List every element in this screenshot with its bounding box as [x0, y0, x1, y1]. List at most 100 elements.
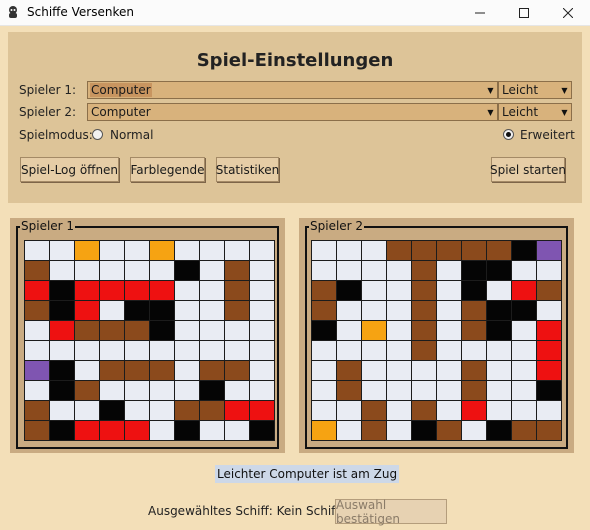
board1-cell-water[interactable] — [175, 321, 199, 340]
board2-cell-water[interactable] — [312, 261, 336, 280]
board2-cell-water[interactable] — [462, 341, 486, 360]
board2-cell-miss[interactable] — [512, 241, 536, 260]
board2-cell-water[interactable] — [487, 401, 511, 420]
board2-cell-miss[interactable] — [312, 321, 336, 340]
board1-cell-water[interactable] — [250, 361, 274, 380]
board1-cell-water[interactable] — [225, 381, 249, 400]
board1-cell-water[interactable] — [175, 301, 199, 320]
board2-cell-miss[interactable] — [462, 281, 486, 300]
board2-cell-water[interactable] — [312, 401, 336, 420]
board1-cell-water[interactable] — [100, 301, 124, 320]
board2-cell-ship[interactable] — [337, 361, 361, 380]
board2-cell-water[interactable] — [362, 281, 386, 300]
board2-cell-water[interactable] — [487, 381, 511, 400]
board2-cell-orange[interactable] — [312, 421, 336, 440]
board2-cell-water[interactable] — [387, 301, 411, 320]
board1-cell-ship[interactable] — [75, 381, 99, 400]
board2-cell-miss[interactable] — [462, 261, 486, 280]
board1-cell-hit[interactable] — [25, 281, 49, 300]
board2-cell-hit[interactable] — [537, 361, 561, 380]
board1-cell-water[interactable] — [250, 301, 274, 320]
board2-cell-water[interactable] — [437, 401, 461, 420]
confirm-selection-button[interactable]: Auswahl bestätigen — [335, 498, 447, 526]
board1-cell-water[interactable] — [175, 341, 199, 360]
board2-cell-water[interactable] — [337, 341, 361, 360]
board2-cell-water[interactable] — [437, 381, 461, 400]
board1-cell-water[interactable] — [250, 381, 274, 400]
board2-cell-ship[interactable] — [412, 261, 436, 280]
board1-cell-water[interactable] — [25, 241, 49, 260]
board2-cell-ship[interactable] — [412, 321, 436, 340]
board2-cell-ship[interactable] — [537, 281, 561, 300]
board1-cell-water[interactable] — [150, 401, 174, 420]
board2-cell-ship[interactable] — [412, 301, 436, 320]
board1-cell-ship[interactable] — [225, 261, 249, 280]
board2-cell-water[interactable] — [362, 301, 386, 320]
board1-cell-water[interactable] — [125, 241, 149, 260]
board2-cell-water[interactable] — [487, 361, 511, 380]
board1-cell-ship[interactable] — [75, 321, 99, 340]
board1-cell-water[interactable] — [250, 321, 274, 340]
statistics-button[interactable]: Statistiken — [216, 157, 279, 182]
board2-cell-miss[interactable] — [537, 381, 561, 400]
board1-cell-ship[interactable] — [200, 401, 224, 420]
board1-cell-miss[interactable] — [175, 261, 199, 280]
board1-cell-water[interactable] — [150, 421, 174, 440]
board1-cell-miss[interactable] — [50, 421, 74, 440]
board2-cell-water[interactable] — [512, 341, 536, 360]
board2-cell-water[interactable] — [437, 361, 461, 380]
board1-cell-water[interactable] — [25, 321, 49, 340]
board2-cell-ship[interactable] — [437, 421, 461, 440]
board1-cell-orange[interactable] — [75, 241, 99, 260]
board2-cell-water[interactable] — [387, 281, 411, 300]
board2-cell-water[interactable] — [362, 361, 386, 380]
board2-cell-ship[interactable] — [512, 421, 536, 440]
board1-cell-water[interactable] — [225, 241, 249, 260]
color-legend-button[interactable]: Farblegende — [130, 157, 205, 182]
board1-cell-water[interactable] — [200, 241, 224, 260]
board2-cell-water[interactable] — [337, 261, 361, 280]
board1-cell-water[interactable] — [125, 381, 149, 400]
board1-cell-water[interactable] — [100, 241, 124, 260]
board1-cell-water[interactable] — [225, 321, 249, 340]
board2-cell-water[interactable] — [362, 261, 386, 280]
board1-cell-ship[interactable] — [125, 361, 149, 380]
board2-cell-miss[interactable] — [487, 321, 511, 340]
board1-cell-hit[interactable] — [250, 401, 274, 420]
board1-cell-water[interactable] — [175, 241, 199, 260]
board1-cell-water[interactable] — [200, 301, 224, 320]
board1-cell-water[interactable] — [75, 261, 99, 280]
board1-cell-orange[interactable] — [150, 241, 174, 260]
board2-cell-ship[interactable] — [462, 321, 486, 340]
board1-cell-miss[interactable] — [150, 301, 174, 320]
board2-cell-ship[interactable] — [462, 361, 486, 380]
board2-cell-water[interactable] — [437, 321, 461, 340]
board1-cell-water[interactable] — [100, 381, 124, 400]
board1-cell-water[interactable] — [75, 361, 99, 380]
board2-cell-water[interactable] — [537, 301, 561, 320]
board1-cell-ship[interactable] — [25, 421, 49, 440]
board1-cell-miss[interactable] — [50, 361, 74, 380]
board2-cell-water[interactable] — [537, 401, 561, 420]
board2-cell-water[interactable] — [437, 281, 461, 300]
board2-cell-water[interactable] — [387, 381, 411, 400]
board1-cell-water[interactable] — [150, 341, 174, 360]
minimize-icon[interactable] — [458, 0, 502, 26]
board2-cell-orange[interactable] — [362, 321, 386, 340]
board2-cell-water[interactable] — [512, 321, 536, 340]
board1-cell-ship[interactable] — [225, 361, 249, 380]
board1-cell-miss[interactable] — [250, 421, 274, 440]
board1-cell-hit[interactable] — [75, 301, 99, 320]
board2-cell-ship[interactable] — [462, 241, 486, 260]
player2-difficulty-select[interactable]: Leicht ▼ — [498, 103, 572, 121]
board2-cell-miss[interactable] — [487, 301, 511, 320]
board2-cell-ship[interactable] — [312, 281, 336, 300]
board2-cell-water[interactable] — [337, 241, 361, 260]
board1-cell-water[interactable] — [250, 261, 274, 280]
board1-cell-hit[interactable] — [50, 321, 74, 340]
player2-type-select[interactable]: Computer ▼ — [87, 103, 498, 121]
board1-cell-hit[interactable] — [100, 421, 124, 440]
board1-cell-hit[interactable] — [75, 281, 99, 300]
board2-cell-water[interactable] — [512, 381, 536, 400]
board2-cell-water[interactable] — [312, 341, 336, 360]
